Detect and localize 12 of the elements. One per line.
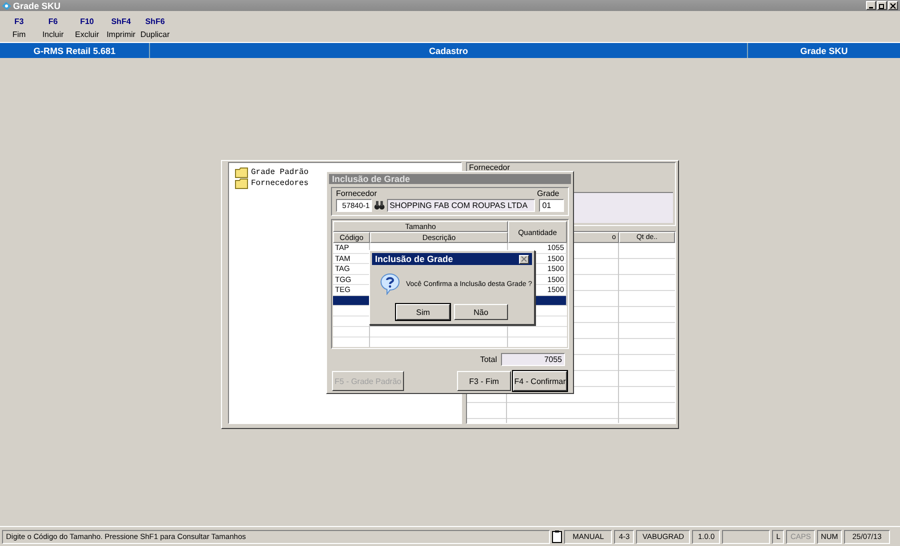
product-name: G-RMS Retail 5.681 [0, 43, 150, 58]
window-title: Grade SKU [13, 0, 62, 10]
total-label: Total [480, 355, 497, 364]
group-label: Fornecedor [469, 163, 511, 172]
dialog-title: Inclusão de Grade [329, 174, 571, 184]
module-name: Cadastro [150, 43, 748, 58]
total-field: 7055 [501, 353, 565, 366]
screen-name: Grade SKU [799, 44, 849, 58]
message-title: Inclusão de Grade [375, 254, 454, 264]
field-label: Fornecedor [336, 189, 378, 198]
field-label: Grade [537, 189, 560, 198]
supplier-name-field: SHOPPING FAB COM ROUPAS LTDA [386, 199, 536, 212]
